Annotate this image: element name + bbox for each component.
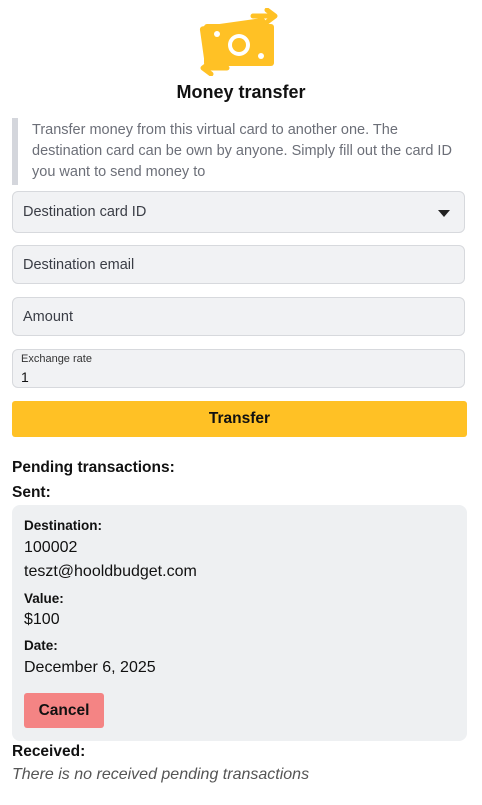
money-transfer-icon — [195, 7, 285, 77]
amount-placeholder: Amount — [23, 308, 73, 325]
destination-card-id: 100002 — [24, 539, 78, 556]
page-title: Money transfer — [176, 82, 306, 102]
pending-transaction-card: Destination: 100002 teszt@hooldbudget.co… — [12, 505, 467, 741]
received-empty-text: There is no received pending transaction… — [12, 766, 310, 783]
description-text: Transfer money from this virtual card to… — [12, 118, 472, 185]
date-label: Date: — [24, 638, 58, 653]
exchange-rate-value: 1 — [21, 369, 29, 385]
cancel-button[interactable]: Cancel — [24, 693, 104, 728]
sent-heading: Sent: — [12, 484, 51, 501]
transaction-date: December 6, 2025 — [24, 659, 156, 676]
destination-email-placeholder: Destination email — [23, 256, 135, 273]
destination-label: Destination: — [24, 518, 103, 533]
destination-card-select[interactable]: Destination card ID — [12, 191, 465, 233]
transfer-button[interactable]: Transfer — [12, 401, 467, 437]
exchange-rate-label: Exchange rate — [21, 353, 92, 365]
destination-email-input[interactable]: Destination email — [12, 245, 465, 284]
destination-email: teszt@hooldbudget.com — [24, 563, 197, 580]
received-heading: Received: — [12, 743, 86, 760]
caret-down-icon — [438, 210, 450, 217]
destination-card-placeholder: Destination card ID — [23, 204, 147, 220]
transaction-value: $100 — [24, 611, 60, 628]
amount-input[interactable]: Amount — [12, 297, 465, 336]
exchange-rate-input[interactable]: Exchange rate 1 — [12, 349, 465, 388]
pending-transactions-heading: Pending transactions: — [12, 459, 175, 476]
value-label: Value: — [24, 591, 64, 606]
